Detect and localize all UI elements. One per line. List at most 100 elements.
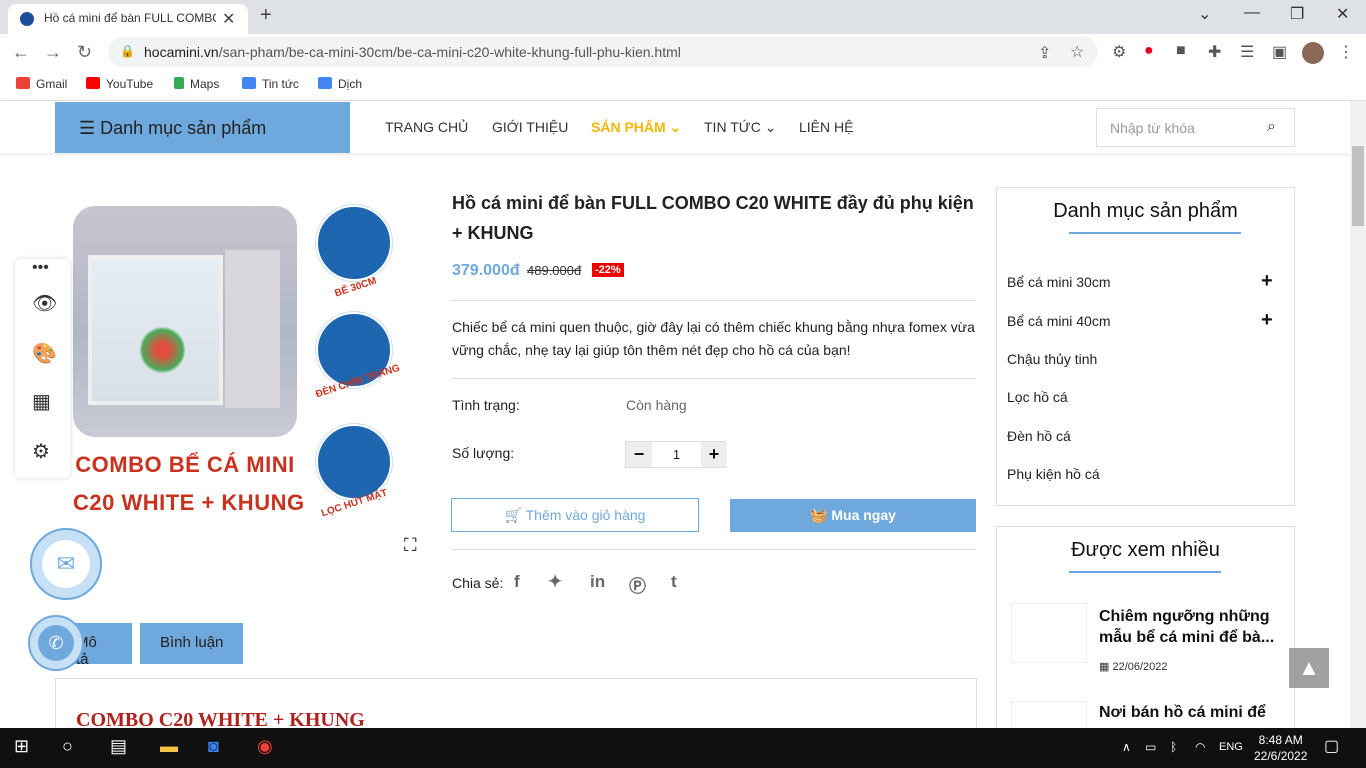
category-menu-button[interactable]: ☰ Danh mục sản phẩm <box>55 102 350 153</box>
post-title[interactable]: Chiêm ngưỡng những mẫu bể cá mini để bà.… <box>1099 606 1279 648</box>
reload-icon[interactable]: ↻ <box>77 42 92 63</box>
post-thumbnail[interactable] <box>1011 603 1087 663</box>
settings-gears-icon[interactable]: ⚙ <box>32 439 50 464</box>
thumb-tank-image[interactable] <box>316 205 392 281</box>
post-title[interactable]: Nơi bán hồ cá mini để <box>1099 702 1279 723</box>
profile-avatar[interactable] <box>1302 42 1324 64</box>
clock-date: 22/6/2022 <box>1254 749 1308 763</box>
chrome-menu-icon[interactable]: ⋮ <box>1338 42 1354 62</box>
qty-input[interactable]: 1 <box>652 442 701 467</box>
windows-start-icon[interactable]: ⊞ <box>14 736 29 757</box>
bluetooth-icon[interactable]: ᛒ <box>1170 740 1177 754</box>
category-item[interactable]: Phụ kiện hồ cá <box>1007 466 1100 482</box>
popular-posts-title: Được xem nhiều <box>1071 539 1220 561</box>
bookmark-maps[interactable]: Maps <box>174 77 219 91</box>
share-page-icon[interactable]: ⇪ <box>1038 43 1051 63</box>
floating-toolbar: ••• 👁 🎨 ▦ ⚙ <box>15 259 70 478</box>
eye-icon[interactable]: 👁 <box>32 291 57 316</box>
linkedin-icon[interactable]: in <box>590 572 605 592</box>
category-item[interactable]: Lọc hồ cá <box>1007 389 1068 405</box>
expand-plus-icon[interactable]: + <box>1261 270 1273 293</box>
task-view-icon[interactable]: ▤ <box>110 736 127 757</box>
category-item[interactable]: Bể cá mini 30cm <box>1007 274 1110 290</box>
bookmark-translate[interactable]: Dịch <box>318 77 362 91</box>
facebook-icon[interactable]: f <box>514 572 520 592</box>
file-explorer-icon[interactable]: ▬ <box>160 736 178 757</box>
add-to-cart-button[interactable]: 🛒 Thêm vào giỏ hàng <box>451 498 699 532</box>
grid-icon[interactable]: ▦ <box>32 389 51 414</box>
tab-title: Hồ cá mini để bàn FULL COMBO C20 WHITE <box>44 11 216 25</box>
extension-gear-icon[interactable]: ⚙ <box>1112 42 1126 62</box>
nav-contact[interactable]: LIÊN HỆ <box>799 119 853 135</box>
category-sidebar-title: Danh mục sản phẩm <box>1053 200 1238 222</box>
qty-decrease-button[interactable]: − <box>626 442 652 467</box>
category-item[interactable]: Bể cá mini 40cm <box>1007 313 1110 329</box>
new-tab-button[interactable]: + <box>260 4 272 27</box>
tab-search-icon[interactable]: ⌄ <box>1198 4 1211 24</box>
fullscreen-icon[interactable]: ⛶ <box>404 535 417 556</box>
back-icon[interactable]: ← <box>12 42 30 63</box>
product-short-description: Chiếc bể cá mini quen thuộc, giờ đây lại… <box>452 319 975 358</box>
back-to-top-button[interactable]: ▲ <box>1289 648 1329 688</box>
popular-posts-sidebar: Được xem nhiều Chiêm ngưỡng những mẫu bể… <box>996 526 1295 761</box>
browser-tab-strip: Hồ cá mini để bàn FULL COMBO C20 WHITE ✕… <box>0 0 1366 34</box>
messenger-chat-button[interactable]: ✉ <box>30 528 102 600</box>
bookmark-gmail[interactable]: Gmail <box>16 77 67 91</box>
title-underline <box>1069 571 1221 573</box>
browser-toolbar: ← → ↻ 🔒 hocamini.vn/san-pham/be-ca-mini-… <box>0 34 1366 71</box>
palette-icon[interactable]: 🎨 <box>32 341 57 366</box>
buy-now-button[interactable]: 🧺 Mua ngay <box>730 499 976 532</box>
side-panel-icon[interactable]: ▣ <box>1272 42 1287 62</box>
share-label: Chia sẻ: <box>452 575 504 591</box>
bookmark-star-icon[interactable]: ☆ <box>1070 42 1084 62</box>
bookmark-news[interactable]: Tin tức <box>242 77 299 91</box>
expand-plus-icon[interactable]: + <box>1261 309 1273 332</box>
nav-home[interactable]: TRANG CHỦ <box>385 119 468 135</box>
nav-products[interactable]: SẢN PHẨM ⌄ <box>591 119 681 136</box>
product-title: Hồ cá mini để bàn FULL COMBO C20 WHITE đ… <box>452 193 974 243</box>
language-indicator[interactable]: ENG <box>1219 741 1243 753</box>
tumblr-icon[interactable]: t <box>671 572 677 592</box>
qty-increase-button[interactable]: + <box>701 442 727 467</box>
zalo-icon[interactable]: ◙ <box>208 736 219 757</box>
nav-news[interactable]: TIN TỨC ⌄ <box>704 119 776 136</box>
battery-icon[interactable]: ▭ <box>1145 740 1156 754</box>
chrome-icon[interactable]: ◉ <box>257 736 273 757</box>
more-dots-icon[interactable]: ••• <box>32 259 49 277</box>
search-circle-icon[interactable]: ○ <box>62 736 73 757</box>
aquarium-frame-graphic <box>225 250 280 408</box>
tab-comments[interactable]: Bình luận <box>140 623 244 664</box>
reading-list-icon[interactable]: ☰ <box>1240 42 1254 62</box>
pinterest-extension-icon[interactable]: ● <box>1144 42 1154 60</box>
aquarium-plant-graphic <box>140 325 185 375</box>
wifi-icon[interactable]: ◠ <box>1195 740 1205 754</box>
address-bar[interactable]: 🔒 hocamini.vn/san-pham/be-ca-mini-30cm/b… <box>108 37 1098 67</box>
forward-icon[interactable]: → <box>44 42 62 63</box>
post-date: ▦ 22/06/2022 <box>1099 660 1168 673</box>
browser-tab[interactable]: Hồ cá mini để bàn FULL COMBO C20 WHITE ✕ <box>8 4 248 34</box>
tab-close-icon[interactable]: ✕ <box>222 9 235 29</box>
twitter-icon[interactable]: ✦ <box>548 572 562 592</box>
bookmark-youtube[interactable]: YouTube <box>86 77 153 91</box>
lock-icon[interactable]: 🔒 <box>120 44 135 58</box>
mendeley-extension-icon[interactable]: ■ <box>1176 42 1186 60</box>
search-placeholder: Nhập từ khóa <box>1110 120 1195 136</box>
scrollbar-thumb[interactable] <box>1352 146 1364 226</box>
restore-icon[interactable]: ❐ <box>1290 4 1304 24</box>
clock[interactable]: 8:48 AM 22/6/2022 <box>1254 732 1307 764</box>
extensions-puzzle-icon[interactable]: ✚ <box>1208 42 1221 62</box>
search-icon[interactable]: ⌕ <box>1267 118 1276 136</box>
search-input[interactable]: Nhập từ khóa ⌕ <box>1096 108 1295 147</box>
tray-chevron-icon[interactable]: ∧ <box>1122 740 1131 754</box>
pinterest-icon[interactable]: Ⓟ <box>629 572 646 597</box>
category-item[interactable]: Chậu thủy tinh <box>1007 351 1097 367</box>
url-text[interactable]: hocamini.vn/san-pham/be-ca-mini-30cm/be-… <box>144 44 681 60</box>
minimize-icon[interactable]: — <box>1244 4 1260 22</box>
gmail-icon <box>16 77 30 89</box>
phone-call-button[interactable]: ✆ <box>28 615 84 671</box>
category-item[interactable]: Đèn hồ cá <box>1007 428 1071 444</box>
notification-icon[interactable]: ▢ <box>1324 736 1339 756</box>
product-price: 379.000đ <box>452 262 520 279</box>
close-window-icon[interactable]: ✕ <box>1336 4 1349 24</box>
nav-about[interactable]: GIỚI THIỆU <box>492 119 568 135</box>
